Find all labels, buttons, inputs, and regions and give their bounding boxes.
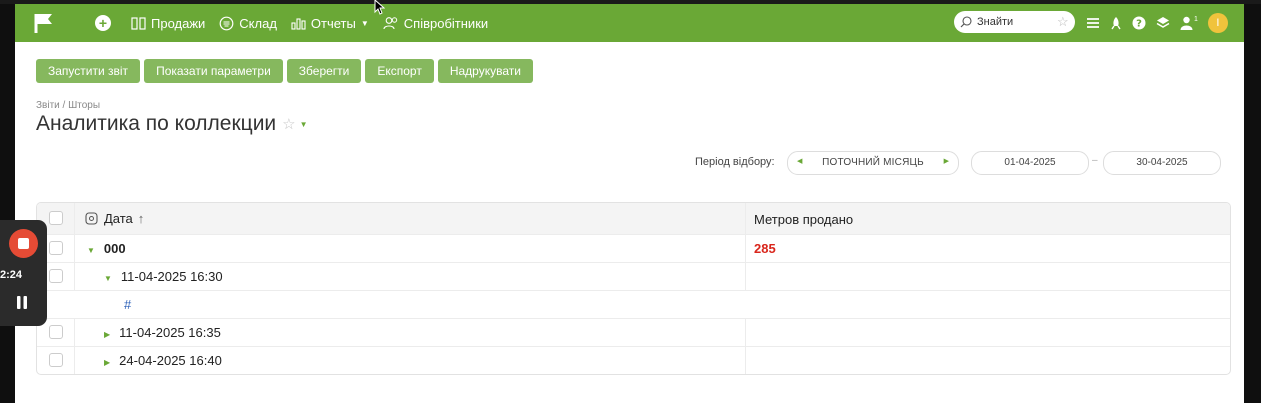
show-params-button[interactable]: Показати параметри [144,59,283,83]
title-row: Аналитика по коллекции ☆ ▼ [36,112,308,136]
chevron-down-icon: ▼ [360,18,369,28]
period-label: Період відбору: [695,156,775,168]
warehouse-icon [219,16,234,30]
group-label: 000 [103,241,126,256]
grid-header: Дата ↑ Метров продано [37,203,1230,234]
search-box[interactable]: Знайти ☆ [954,11,1075,33]
metrics-value: 285 [754,241,776,256]
sort-arrow-icon[interactable]: ↑ [138,211,145,226]
table-row[interactable]: # [37,290,1230,318]
top-navbar: + Продажи Склад Отчеты ▼ Співробітники З… [15,4,1244,42]
column-divider [745,347,746,374]
avatar[interactable]: I [1207,13,1228,33]
table-row[interactable]: ▶ 24-04-2025 16:40 [37,346,1230,374]
screen-recorder-widget: 2:24 [0,220,47,326]
export-button[interactable]: Експорт [365,59,434,83]
navbar-actions: ? 1 I [1086,4,1238,42]
user-notifications-button[interactable]: 1 [1180,16,1198,30]
period-selector[interactable]: ◀ ПОТОЧНИЙ МІСЯЦЬ ▶ [787,151,959,175]
pause-icon[interactable] [17,296,27,309]
print-button[interactable]: Надрукувати [437,59,533,83]
expand-caret-down-icon[interactable]: ▼ [87,246,95,255]
column-divider [74,235,75,262]
group-cell: ▶ 11-04-2025 16:35 [104,325,221,340]
svg-text:?: ? [1136,19,1142,30]
stop-recording-button[interactable] [9,229,38,258]
layers-icon[interactable] [1156,16,1170,30]
user-icon [1180,16,1193,30]
period-value: ПОТОЧНИЙ МІСЯЦЬ [822,157,924,168]
column-divider [745,319,746,346]
column-divider [74,203,75,234]
date-from-input[interactable]: 01-04-2025 [971,151,1089,175]
nav-item-employees[interactable]: Співробітники [383,16,488,31]
column-divider [74,319,75,346]
nav-item-label: Продажи [151,15,206,31]
chevron-down-icon[interactable]: ▼ [300,120,308,129]
column-divider [745,263,746,290]
stop-icon [18,238,29,249]
calendar-icon [85,212,98,225]
table-row[interactable]: ▼ 11-04-2025 16:30 [37,262,1230,290]
row-checkbox[interactable] [49,325,63,339]
nav-item-label: Отчеты [310,15,356,31]
group-label: 24-04-2025 16:40 [119,353,222,368]
nav-item-reports[interactable]: Отчеты ▼ [291,16,369,31]
breadcrumb[interactable]: Звіти / Шторы [36,100,100,111]
next-period-icon[interactable]: ▶ [944,157,949,165]
notification-count: 1 [1194,16,1198,23]
nav-item-label: Склад [239,15,277,31]
mouse-cursor-icon [374,0,385,15]
row-checkbox[interactable] [49,269,63,283]
rocket-icon[interactable] [1110,16,1122,30]
nav-item-sales[interactable]: Продажи [131,16,205,31]
favorite-star-icon[interactable]: ☆ [282,115,295,133]
expand-caret-down-icon[interactable]: ▼ [104,274,112,283]
expand-caret-right-icon[interactable]: ▶ [104,358,110,367]
group-label: 11-04-2025 16:30 [120,269,223,284]
help-icon[interactable]: ? [1132,16,1146,30]
column-divider [74,347,75,374]
column-header-date[interactable]: Дата ↑ [85,211,144,226]
run-report-button[interactable]: Запустити звіт [36,59,141,83]
column-divider [745,235,746,262]
add-new-button[interactable]: + [95,15,111,31]
flag-logo-icon[interactable] [33,12,55,34]
search-icon [960,16,972,28]
main-menu: Продажи Склад Отчеты ▼ Співробітники [131,4,502,42]
date-to-input[interactable]: 30-04-2025 [1103,151,1221,175]
column-divider [74,263,75,290]
users-icon [383,17,397,30]
report-toolbar: Запустити звіт Показати параметри Зберег… [36,59,537,83]
row-checkbox[interactable] [49,241,63,255]
grid-icon [131,16,146,30]
star-icon[interactable]: ☆ [1057,14,1069,30]
search-input[interactable]: Знайти [977,16,1013,28]
app-window: + Продажи Склад Отчеты ▼ Співробітники З… [15,4,1244,403]
table-row[interactable]: ▼ 000 285 [37,234,1230,262]
reports-icon [291,18,306,30]
report-grid: Дата ↑ Метров продано ▼ 000 285 ▼ 11-04-20… [36,202,1231,375]
expand-caret-right-icon[interactable]: ▶ [104,330,110,339]
page-title: Аналитика по коллекции [36,112,277,135]
date-separator: – [1092,155,1098,166]
nav-item-label: Співробітники [403,15,489,31]
group-cell: ▼ 000 [87,241,126,256]
hamburger-menu-icon[interactable] [1086,17,1100,29]
save-button[interactable]: Зберегти [286,59,362,83]
column-header-metrics[interactable]: Метров продано [754,212,853,227]
group-cell: ▼ 11-04-2025 16:30 [104,269,223,284]
table-row[interactable]: ▶ 11-04-2025 16:35 [37,318,1230,346]
group-cell: ▶ 24-04-2025 16:40 [104,353,222,368]
row-checkbox[interactable] [49,353,63,367]
group-label: 11-04-2025 16:35 [119,325,221,340]
record-link[interactable]: # [124,297,131,312]
select-all-checkbox[interactable] [49,211,63,225]
nav-item-warehouse[interactable]: Склад [219,16,277,31]
column-header-label: Дата [104,211,133,226]
column-divider [745,203,746,234]
recording-timer: 2:24 [0,269,23,281]
